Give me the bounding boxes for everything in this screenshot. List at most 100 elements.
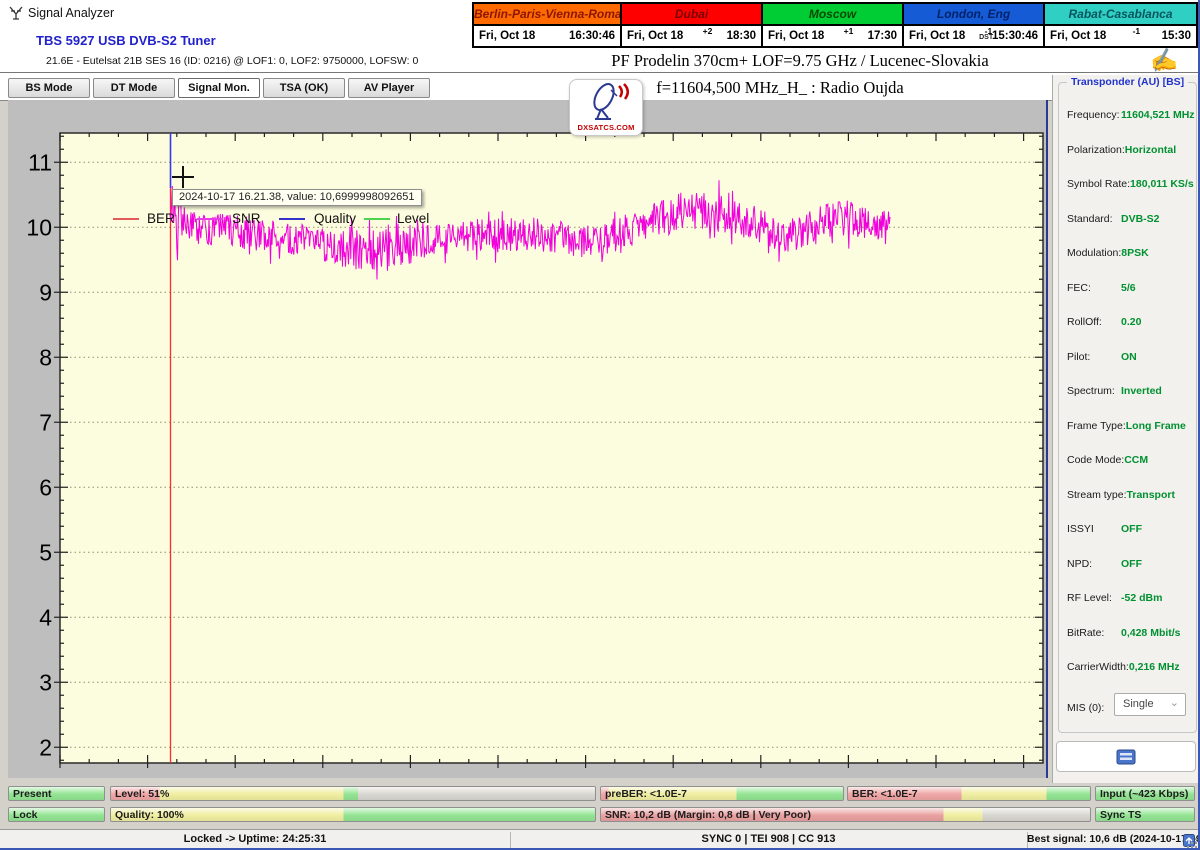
transponder-row-code-mode: Code Mode:CCM xyxy=(1067,450,1192,464)
param-value: DVB-S2 xyxy=(1121,213,1160,225)
legend-line-icon xyxy=(279,218,305,220)
clock-utc-offset: -1 xyxy=(1133,26,1141,36)
param-label: Polarization: xyxy=(1067,144,1125,156)
clock-time-row: Fri, Oct 18+218:30 xyxy=(622,26,761,46)
param-value: 5/6 xyxy=(1121,282,1136,294)
legend-label: SNR xyxy=(232,211,261,226)
transponder-row-stream-type: Stream type:Transport xyxy=(1067,485,1192,499)
legend-label: Level xyxy=(397,211,429,226)
transponder-row-modulation: Modulation:8PSK xyxy=(1067,243,1192,257)
clock-hour: 16:30:46 xyxy=(569,30,615,42)
param-value: 0,216 MHz xyxy=(1129,661,1180,673)
signal-analyzer-window: Signal Analyzer TBS 5927 USB DVB-S2 Tune… xyxy=(0,0,1200,850)
param-value: 180,011 KS/s xyxy=(1130,178,1194,190)
tuner-name: TBS 5927 USB DVB-S2 Tuner xyxy=(36,33,216,48)
clock-date: Fri, Oct 18 xyxy=(768,30,824,42)
clock-hour: 18:30 xyxy=(727,30,756,42)
chevron-down-icon: ⌄ xyxy=(1170,693,1179,714)
legend-label: Quality xyxy=(314,211,356,226)
transponder-row-spectrum: Spectrum:Inverted xyxy=(1067,381,1192,395)
param-label: Modulation: xyxy=(1067,247,1121,259)
param-label: Symbol Rate: xyxy=(1067,178,1130,190)
clock-hour: 15:30:46 xyxy=(992,30,1038,42)
clock-moscow: MoscowFri, Oct 18+117:30 xyxy=(763,4,904,46)
clock-time-row: Fri, Oct 18+117:30 xyxy=(763,26,902,46)
param-label: Standard: xyxy=(1067,213,1121,225)
statusbar-best-signal: Best signal: 10,6 dB (2024-10-17 16:22) xyxy=(1027,833,1185,845)
param-value: Long Frame xyxy=(1126,420,1186,432)
param-label: RF Level: xyxy=(1067,592,1121,604)
legend-label: BER xyxy=(147,211,175,226)
indicator-label: preBER: <1.0E-7 xyxy=(605,787,687,801)
transponder-row-npd: NPD:OFF xyxy=(1067,554,1192,568)
clock-city: Rabat-Casablanca xyxy=(1045,4,1196,26)
mis-value: Single xyxy=(1123,698,1154,710)
indicator-label: BER: <1.0E-7 xyxy=(852,787,918,801)
param-value: -52 dBm xyxy=(1121,592,1162,604)
clock-date: Fri, Oct 18 xyxy=(479,30,535,42)
transponder-row-polarization: Polarization:Horizontal xyxy=(1067,140,1192,154)
snr-chart[interactable]: 234567891011 xyxy=(8,100,1048,778)
clock-berlin: Berlin-Paris-Vienna-Roma Fri, Oct 18 16:30… xyxy=(474,4,622,46)
app-icon xyxy=(8,5,24,26)
param-label: CarrierWidth: xyxy=(1067,661,1129,673)
tab-av-player[interactable]: AV Player xyxy=(348,78,430,98)
tuner-details: 21.6E - Eutelsat 21B SES 16 (ID: 0216) @… xyxy=(46,55,418,67)
indicator-label: Input (~423 Kbps) xyxy=(1100,787,1188,801)
indicator-label: Sync TS xyxy=(1100,808,1141,822)
tab-tsa-ok[interactable]: TSA (OK) xyxy=(263,78,345,98)
param-value: CCM xyxy=(1124,454,1148,466)
clock-time-row: Fri, Oct 18-115:30 xyxy=(1045,26,1196,46)
svg-text:7: 7 xyxy=(39,409,52,435)
param-value: Horizontal xyxy=(1125,144,1176,156)
save-icon xyxy=(1116,749,1136,765)
svg-text:2: 2 xyxy=(39,734,52,760)
param-value: 0.20 xyxy=(1121,316,1141,328)
param-label: Spectrum: xyxy=(1067,385,1121,397)
legend-line-icon xyxy=(364,218,390,220)
transponder-group: Transponder (AU) [BS] Frequency:11604,52… xyxy=(1058,82,1197,733)
param-value: 0,428 Mbit/s xyxy=(1121,627,1181,639)
resize-grip[interactable] xyxy=(1186,836,1198,848)
indicator-label: Level: 51% xyxy=(115,787,169,801)
indicator-bar-snr: SNR: 10,2 dB (Margin: 0,8 dB | Very Poor… xyxy=(600,807,1091,822)
mis-select[interactable]: Single ⌄ xyxy=(1114,693,1186,716)
clock-city: London, Eng xyxy=(904,4,1043,26)
indicator-bar-syncts: Sync TS xyxy=(1095,807,1195,822)
param-label: Stream type: xyxy=(1067,489,1127,501)
indicator-label: Present xyxy=(13,787,52,801)
indicator-bar-present: Present xyxy=(8,786,105,801)
clock-date: Fri, Oct 18 xyxy=(1050,30,1106,42)
tab-signal-mon[interactable]: Signal Mon. xyxy=(178,78,260,98)
clock-rabat-casablanca: Rabat-CasablancaFri, Oct 18-115:30 xyxy=(1045,4,1196,46)
antenna-info: PF Prodelin 370cm+ LOF=9.75 GHz / Lucene… xyxy=(480,51,1120,71)
clock-hour: 17:30 xyxy=(868,30,897,42)
param-value: ON xyxy=(1121,351,1137,363)
clock-city: Berlin-Paris-Vienna-Roma xyxy=(474,4,620,26)
header-divider xyxy=(0,72,1200,73)
clock-city: Moscow xyxy=(763,4,902,26)
transponder-row-bitrate: BitRate:0,428 Mbit/s xyxy=(1067,623,1192,637)
param-label: NPD: xyxy=(1067,558,1121,570)
param-value: Transport xyxy=(1127,489,1175,501)
tab-dt-mode[interactable]: DT Mode xyxy=(93,78,175,98)
transponder-row-frame-type: Frame Type:Long Frame xyxy=(1067,416,1192,430)
signature-icon: ✍ xyxy=(1148,46,1179,76)
clock-offset-note: DST xyxy=(979,34,993,41)
svg-text:10: 10 xyxy=(26,214,52,240)
statusbar-sync-counters: SYNC 0 | TEI 908 | CC 913 xyxy=(510,833,1027,845)
statusbar-lock-uptime: Locked -> Uptime: 24:25:31 xyxy=(0,833,510,845)
svg-text:8: 8 xyxy=(39,344,52,370)
legend-line-icon xyxy=(197,218,223,220)
clock-london-eng: London, EngFri, Oct 18-1DST15:30:46 xyxy=(904,4,1045,46)
clock-date: Fri, Oct 18 xyxy=(909,30,965,42)
clock-time-row: Fri, Oct 18-1DST15:30:46 xyxy=(904,26,1043,46)
transponder-row-frequency: Frequency:11604,521 MHz xyxy=(1067,105,1192,119)
save-button[interactable] xyxy=(1056,741,1196,772)
tab-bs-mode[interactable]: BS Mode xyxy=(8,78,90,98)
param-label: Code Mode: xyxy=(1067,454,1124,466)
indicator-label: SNR: 10,2 dB (Margin: 0,8 dB | Very Poor… xyxy=(605,808,811,822)
indicator-bar-ber: BER: <1.0E-7 xyxy=(847,786,1091,801)
transponder-row-rf-level: RF Level:-52 dBm xyxy=(1067,588,1192,602)
signal-chart-panel: BERSNRQualityLevel 234567891011 xyxy=(8,100,1048,778)
